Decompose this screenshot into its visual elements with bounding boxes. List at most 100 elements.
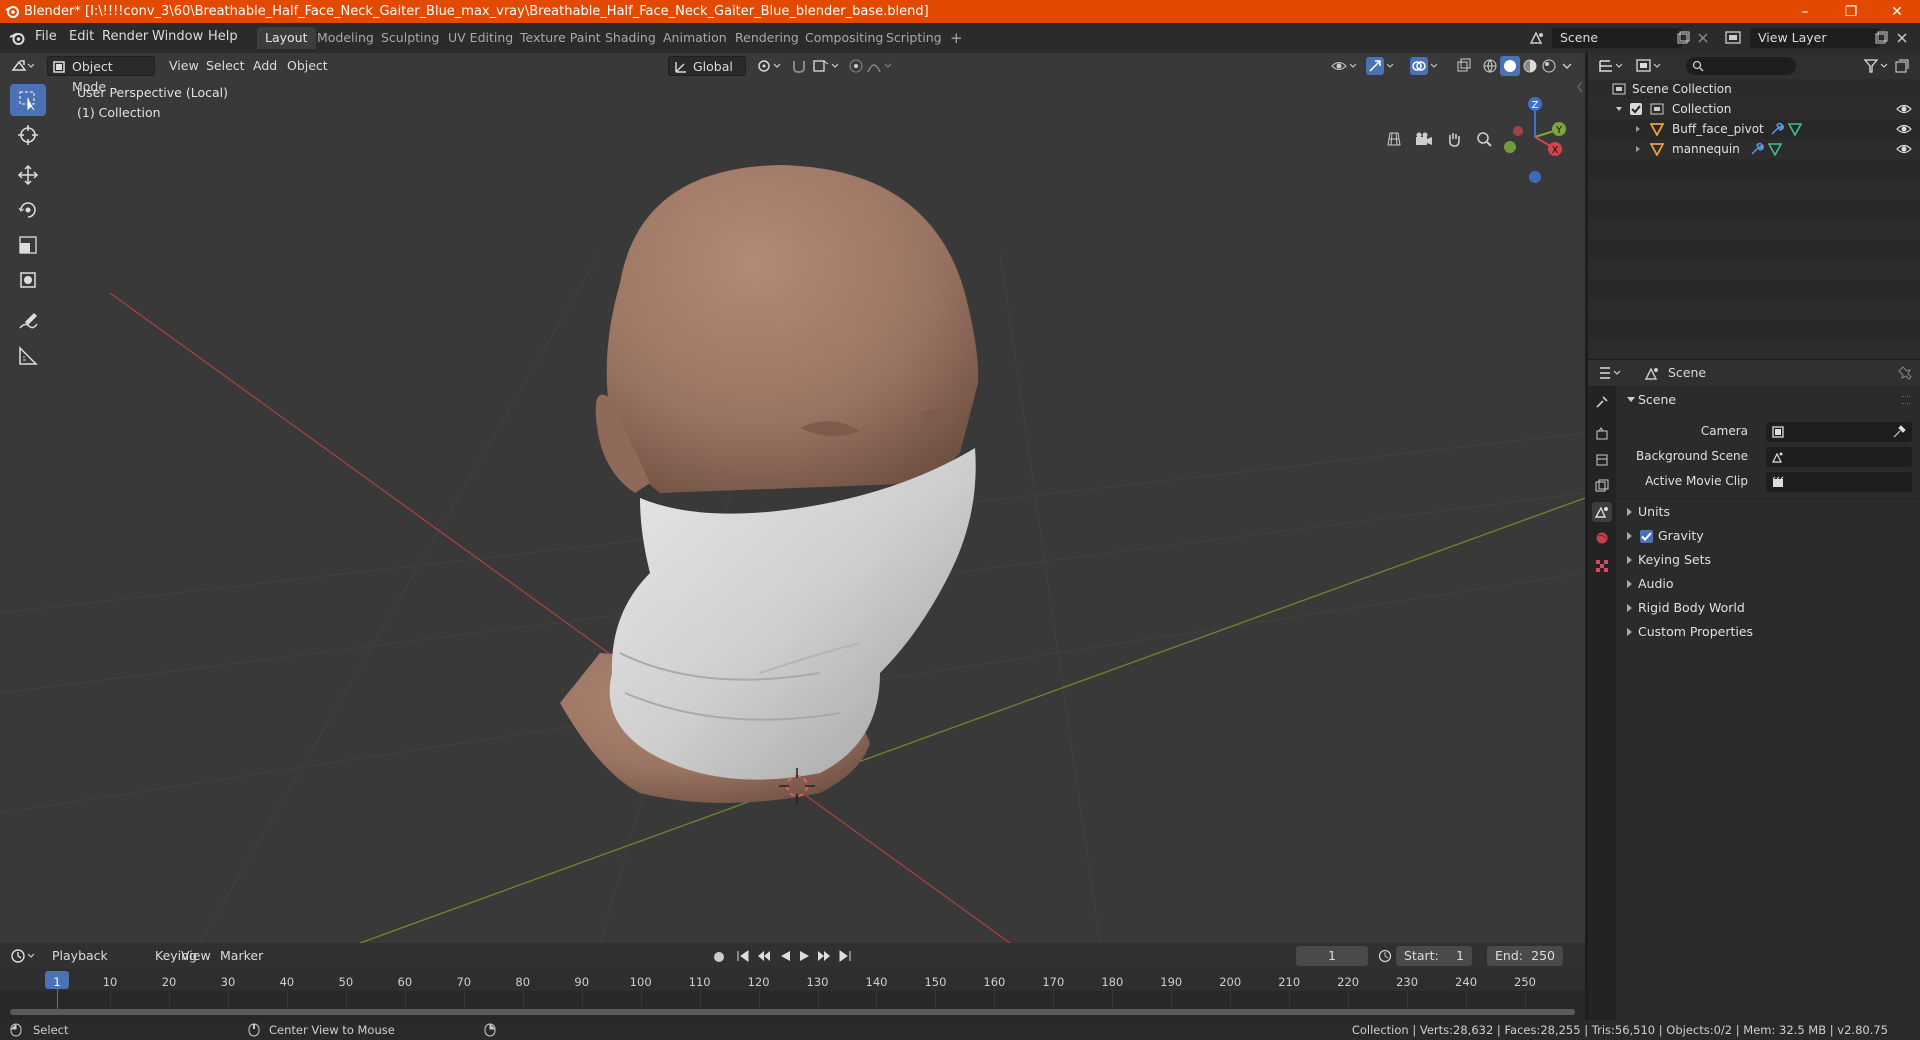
shading-material-icon[interactable] xyxy=(1522,58,1538,74)
shading-rendered-icon[interactable] xyxy=(1541,58,1557,74)
camera-view-button[interactable] xyxy=(1410,125,1438,153)
tab-scene[interactable] xyxy=(1592,502,1612,522)
tool-select-box[interactable] xyxy=(10,84,46,116)
menu-window[interactable]: Window xyxy=(152,29,203,44)
tab-output[interactable] xyxy=(1592,450,1612,470)
prev-keyframe-icon[interactable] xyxy=(756,949,772,963)
3d-viewport[interactable]: Object Mode View Select Add Object Globa… xyxy=(0,53,1585,943)
panel-expanded-arrow-icon[interactable] xyxy=(1626,395,1636,405)
editor-type-icon[interactable] xyxy=(10,57,34,75)
panel-collapsed-arrow-icon[interactable] xyxy=(1626,579,1634,589)
panel-collapsed-arrow-icon[interactable] xyxy=(1626,531,1634,541)
tab-view-layer[interactable] xyxy=(1592,476,1612,496)
outliner-row-buff-face-pivot[interactable]: Buff_face_pivot xyxy=(1588,119,1920,139)
tool-transform[interactable] xyxy=(10,264,46,296)
panel-collapsed-arrow-icon[interactable] xyxy=(1626,555,1634,565)
overlays-toggle-icon[interactable] xyxy=(1410,57,1440,75)
tab-shading[interactable]: Shading xyxy=(597,27,664,49)
outliner-row-scene-collection[interactable]: Scene Collection xyxy=(1588,79,1920,99)
expand-arrow-icon[interactable] xyxy=(1635,126,1641,132)
keying-sets-panel-header[interactable]: Keying Sets xyxy=(1638,549,1711,571)
expand-arrow-icon[interactable] xyxy=(1615,105,1623,113)
menu-file[interactable]: File xyxy=(35,29,57,44)
shading-wireframe-icon[interactable] xyxy=(1482,58,1498,74)
new-collection-icon[interactable] xyxy=(1894,58,1910,74)
custom-properties-panel-header[interactable]: Custom Properties xyxy=(1638,621,1753,643)
tab-world[interactable] xyxy=(1592,528,1612,548)
shading-solid-icon[interactable] xyxy=(1500,56,1520,76)
gravity-checkbox[interactable] xyxy=(1640,530,1653,543)
modifier-wrench-icon[interactable] xyxy=(1750,142,1764,156)
tab-layout[interactable]: Layout xyxy=(257,27,316,49)
collection-checkbox[interactable] xyxy=(1630,103,1642,115)
new-scene-icon[interactable] xyxy=(1676,31,1690,45)
tool-scale[interactable] xyxy=(10,229,46,261)
minimize-button[interactable]: – xyxy=(1782,0,1828,23)
camera-field[interactable] xyxy=(1766,422,1912,442)
units-panel-header[interactable]: Units xyxy=(1638,501,1670,523)
view-layer-icon[interactable] xyxy=(1724,30,1742,46)
timeline-scrollbar[interactable] xyxy=(10,1009,1575,1015)
zoom-view-button[interactable] xyxy=(1470,125,1498,153)
tab-rendering[interactable]: Rendering xyxy=(727,27,807,49)
tool-cursor[interactable] xyxy=(10,119,46,151)
proportional-editing-icon[interactable] xyxy=(848,58,864,74)
tab-texture[interactable] xyxy=(1592,556,1612,576)
view-layer-field[interactable]: View Layer xyxy=(1750,28,1880,48)
maximize-button[interactable]: ❐ xyxy=(1828,0,1874,23)
outliner-search-input[interactable] xyxy=(1686,57,1796,75)
gizmo-toggle-icon[interactable] xyxy=(1366,57,1396,75)
menu-help[interactable]: Help xyxy=(208,29,238,44)
blender-menu-icon[interactable] xyxy=(9,30,25,46)
sidebar-toggle-icon[interactable] xyxy=(1576,81,1584,93)
start-frame-field[interactable]: Start: 1 xyxy=(1396,946,1472,966)
background-scene-field[interactable] xyxy=(1766,447,1912,467)
pin-icon[interactable] xyxy=(1898,366,1912,380)
active-movie-clip-field[interactable] xyxy=(1766,472,1912,492)
mesh-data-icon[interactable] xyxy=(1768,142,1782,156)
tab-scripting[interactable]: Scripting xyxy=(878,27,950,49)
add-workspace-button[interactable]: + xyxy=(942,27,971,49)
timeline-editor-type-icon[interactable] xyxy=(10,948,36,964)
panel-drag-handle[interactable] xyxy=(1902,396,1910,404)
tool-move[interactable] xyxy=(10,159,46,191)
pan-view-button[interactable] xyxy=(1440,125,1468,153)
outliner-row-collection[interactable]: Collection xyxy=(1588,99,1920,119)
menu-view-timeline[interactable]: View xyxy=(175,946,217,966)
scene-selector-icon[interactable] xyxy=(1528,29,1546,47)
delete-view-layer-icon[interactable] xyxy=(1896,32,1908,44)
scene-panel-title[interactable]: Scene xyxy=(1638,389,1676,411)
gizmo-neg-z[interactable] xyxy=(1529,171,1541,183)
outliner-editor-type-icon[interactable] xyxy=(1598,58,1624,74)
tab-uv-editing[interactable]: UV Editing xyxy=(440,27,521,49)
expand-arrow-icon[interactable] xyxy=(1635,146,1641,152)
properties-editor-type-icon[interactable] xyxy=(1598,365,1624,381)
outliner-row-mannequin[interactable]: mannequin xyxy=(1588,139,1920,159)
menu-object[interactable]: Object xyxy=(281,56,334,76)
proportional-falloff-icon[interactable] xyxy=(866,58,896,74)
eye-icon[interactable] xyxy=(1896,103,1912,115)
next-keyframe-icon[interactable] xyxy=(816,949,832,963)
mesh-data-icon[interactable] xyxy=(1788,122,1802,136)
close-button[interactable]: ✕ xyxy=(1874,0,1920,23)
gizmo-neg-x[interactable] xyxy=(1513,126,1523,136)
navigation-gizmo[interactable]: Z Y X xyxy=(1496,83,1576,193)
snap-target-icon[interactable] xyxy=(812,58,842,74)
tab-tool[interactable] xyxy=(1592,392,1612,412)
snap-icon[interactable] xyxy=(790,58,810,74)
toggle-perspective-button[interactable] xyxy=(1380,125,1408,153)
record-icon[interactable] xyxy=(712,950,726,964)
gravity-panel-header[interactable]: Gravity xyxy=(1658,525,1704,547)
filter-icon[interactable] xyxy=(1864,58,1890,74)
shading-options-icon[interactable] xyxy=(1561,60,1573,72)
scene-name-field[interactable]: Scene xyxy=(1552,28,1682,48)
delete-scene-icon[interactable] xyxy=(1697,32,1709,44)
menu-render[interactable]: Render xyxy=(102,29,148,44)
rigid-body-world-panel-header[interactable]: Rigid Body World xyxy=(1638,597,1745,619)
panel-collapsed-arrow-icon[interactable] xyxy=(1626,507,1634,517)
menu-view[interactable]: View xyxy=(163,56,205,76)
tab-animation[interactable]: Animation xyxy=(655,27,735,49)
display-mode-icon[interactable] xyxy=(1636,58,1662,74)
eyedropper-icon[interactable] xyxy=(1892,425,1906,439)
tool-measure[interactable] xyxy=(10,340,46,372)
